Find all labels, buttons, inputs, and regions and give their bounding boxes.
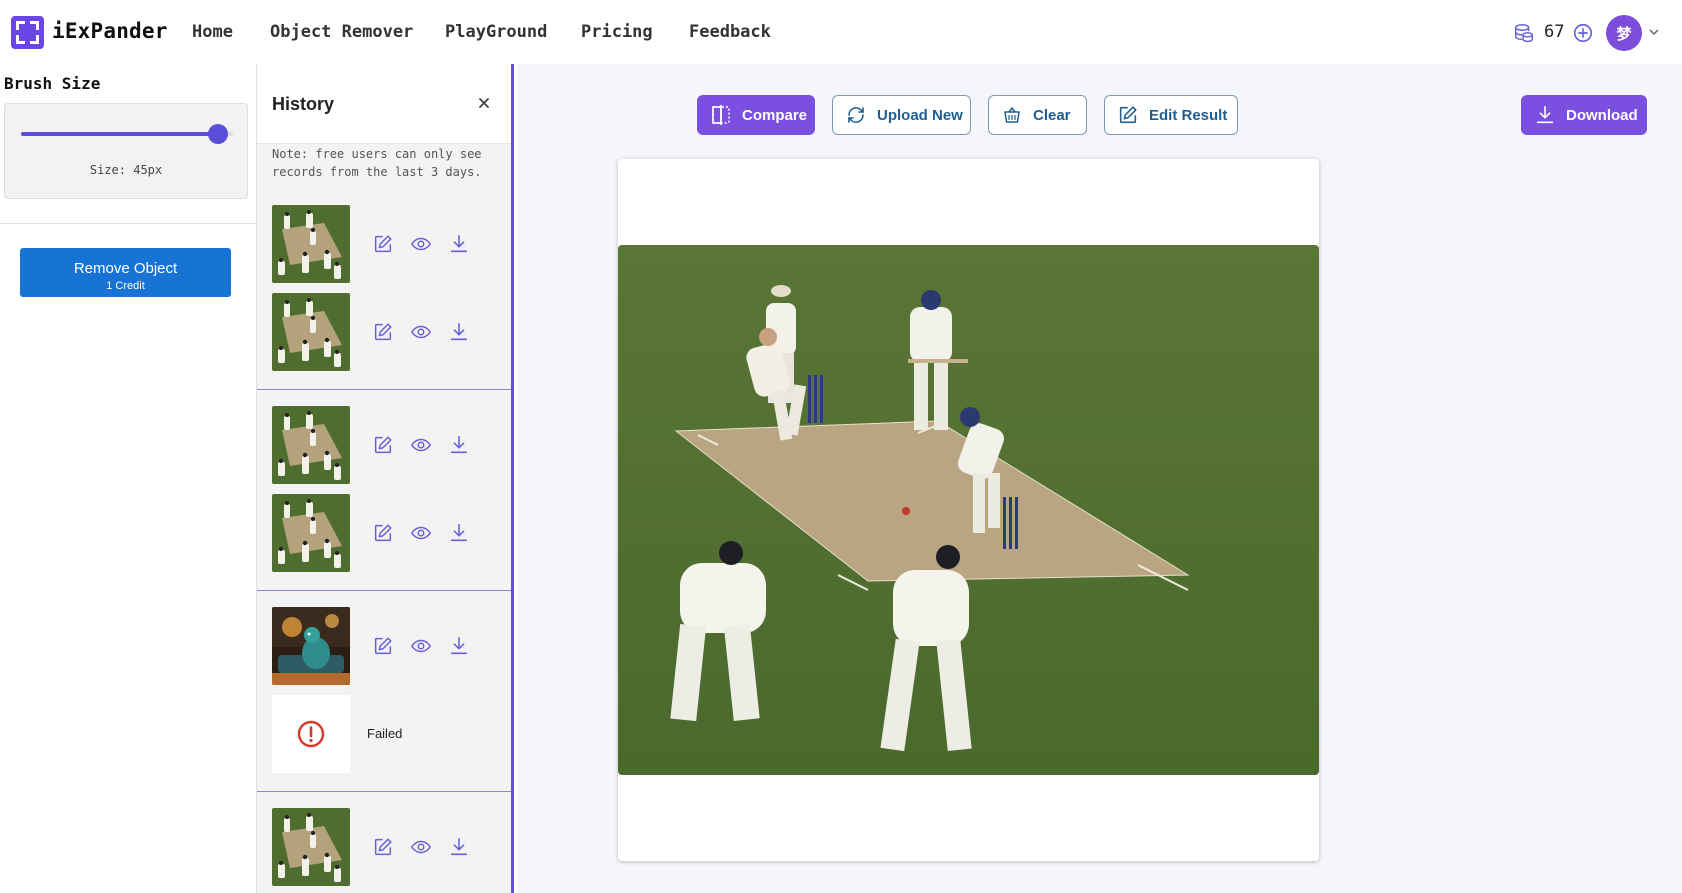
credits-count: 67	[1544, 22, 1565, 42]
download-icon[interactable]	[448, 434, 470, 456]
remove-object-button[interactable]: Remove Object 1 Credit	[20, 248, 231, 297]
nav-object-remover[interactable]: Object Remover	[270, 22, 413, 42]
main-workspace: Compare Upload New Clear Edit Result Dow…	[517, 64, 1682, 893]
eye-icon[interactable]	[410, 522, 432, 544]
remove-object-label: Remove Object	[73, 260, 178, 277]
edit-result-button[interactable]: Edit Result	[1104, 95, 1238, 135]
app-brand-name[interactable]: iExPander	[52, 19, 168, 43]
nav-feedback[interactable]: Feedback	[689, 22, 771, 42]
coins-icon	[1515, 24, 1533, 43]
top-navbar: iExPander Home Object Remover PlayGround…	[0, 0, 1682, 64]
edit-icon[interactable]	[372, 434, 394, 456]
download-icon[interactable]	[448, 635, 470, 657]
download-icon[interactable]	[448, 233, 470, 255]
history-thumbnail[interactable]	[272, 607, 350, 685]
clear-label: Clear	[1033, 106, 1071, 124]
nav-pricing[interactable]: Pricing	[581, 22, 653, 42]
compare-label: Compare	[742, 106, 808, 124]
nav-playground[interactable]: PlayGround	[445, 22, 547, 42]
refresh-icon	[848, 107, 864, 123]
history-thumbnail[interactable]	[272, 494, 350, 572]
tool-panel: Brush Size Size: 45px Remove Object 1 Cr…	[0, 64, 256, 893]
close-icon[interactable]	[475, 94, 493, 112]
remove-object-credit-label: 1 Credit	[106, 280, 145, 292]
edit-icon[interactable]	[372, 635, 394, 657]
brush-size-slider-thumb[interactable]	[208, 124, 229, 144]
history-thumbnail[interactable]	[272, 293, 350, 371]
app-logo-icon[interactable]	[11, 16, 44, 49]
compare-icon	[712, 105, 730, 125]
eye-icon[interactable]	[410, 321, 432, 343]
edit-result-label: Edit Result	[1149, 106, 1228, 124]
history-title: History	[272, 94, 335, 114]
add-credits-icon[interactable]	[1572, 22, 1594, 44]
eye-icon[interactable]	[410, 434, 432, 456]
history-item-failed: Failed	[272, 695, 497, 773]
history-thumbnail[interactable]	[272, 808, 350, 886]
download-icon[interactable]	[448, 321, 470, 343]
error-icon	[297, 720, 325, 748]
brush-size-slider-fill	[21, 132, 219, 136]
history-item	[272, 607, 497, 685]
failed-thumbnail	[272, 695, 350, 773]
edit-icon	[1119, 106, 1137, 124]
edit-icon[interactable]	[372, 836, 394, 858]
chevron-down-icon[interactable]	[1648, 26, 1660, 38]
history-thumbnail[interactable]	[272, 406, 350, 484]
history-thumbnail[interactable]	[272, 205, 350, 283]
download-label: Download	[1566, 106, 1638, 124]
download-icon	[1536, 105, 1554, 124]
user-avatar[interactable]: 梦	[1606, 15, 1642, 51]
upload-new-button[interactable]: Upload New	[832, 95, 971, 135]
nav-home[interactable]: Home	[192, 22, 233, 42]
eye-icon[interactable]	[410, 233, 432, 255]
history-item	[272, 293, 497, 371]
history-header: History	[257, 64, 511, 144]
history-item	[272, 205, 497, 283]
compare-button[interactable]: Compare	[697, 95, 815, 135]
history-group-divider	[257, 590, 511, 591]
clear-button[interactable]: Clear	[988, 95, 1087, 135]
edit-icon[interactable]	[372, 522, 394, 544]
brush-size-label: Size: 45px	[89, 163, 163, 177]
cricket-photo[interactable]	[618, 245, 1319, 775]
eye-icon[interactable]	[410, 635, 432, 657]
history-item	[272, 406, 497, 484]
history-panel: History Note: free users can only see re…	[256, 64, 514, 893]
history-item	[272, 494, 497, 572]
history-group-divider	[257, 389, 511, 390]
eye-icon[interactable]	[410, 836, 432, 858]
trash-icon	[1004, 106, 1020, 123]
edit-icon[interactable]	[372, 321, 394, 343]
download-icon[interactable]	[448, 522, 470, 544]
edit-icon[interactable]	[372, 233, 394, 255]
history-group-divider	[257, 791, 511, 792]
download-icon[interactable]	[448, 836, 470, 858]
brush-size-slider[interactable]	[21, 124, 233, 144]
image-canvas[interactable]	[618, 159, 1319, 861]
failed-label: Failed	[367, 726, 403, 741]
download-button[interactable]: Download	[1521, 95, 1647, 135]
history-note: Note: free users can only see records fr…	[272, 147, 482, 179]
upload-new-label: Upload New	[877, 106, 963, 124]
brush-size-box: Size: 45px	[4, 103, 248, 199]
panel-divider	[0, 223, 256, 224]
brush-size-title: Brush Size	[4, 74, 101, 93]
history-item	[272, 808, 497, 886]
